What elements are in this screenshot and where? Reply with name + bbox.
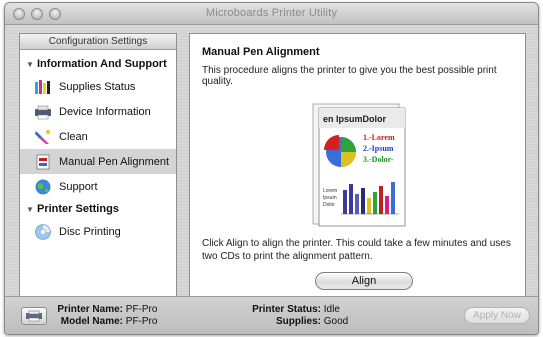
illustration-side-text: Dolor xyxy=(323,202,335,208)
sidebar-item-label: Supplies Status xyxy=(59,80,136,93)
sidebar-item-label: Support xyxy=(59,180,98,193)
printer-info: Printer Name: PF-Pro Model Name: PF-Pro xyxy=(51,304,157,328)
sidebar-item-label: Manual Pen Alignment xyxy=(59,155,170,168)
support-globe-icon xyxy=(34,178,52,196)
sidebar-item-supplies-status[interactable]: Supplies Status xyxy=(20,74,176,99)
printer-device-icon xyxy=(34,103,52,121)
main-area: Configuration Settings ▼ Information And… xyxy=(5,25,538,297)
title-bar: Microboards Printer Utility xyxy=(5,3,538,25)
printer-status-value: Idle xyxy=(323,304,340,315)
printer-name-label: Printer Name: xyxy=(57,304,123,315)
sidebar-item-device-information[interactable]: Device Information xyxy=(20,99,176,124)
illustration-list-item: 3.-Dolor- xyxy=(363,155,394,164)
illustration-side-text: Lorem xyxy=(323,188,337,194)
printer-status-icon[interactable] xyxy=(21,307,47,325)
illustration-side-text: Ipsum xyxy=(323,195,337,201)
align-button[interactable]: Align xyxy=(315,272,413,290)
align-instructions: Click Align to align the printer. This c… xyxy=(202,238,511,262)
sidebar-item-label: Clean xyxy=(59,130,88,143)
model-name-label: Model Name: xyxy=(60,316,123,327)
illustration-heading: en IpsumDolor xyxy=(323,114,387,124)
sidebar-group-information-and-support[interactable]: ▼ Information And Support xyxy=(20,54,176,74)
group-label: Printer Settings xyxy=(37,203,119,215)
supplies-icon xyxy=(34,78,52,96)
sidebar-item-manual-pen-alignment[interactable]: Manual Pen Alignment xyxy=(20,149,176,174)
model-name-value: PF-Pro xyxy=(125,316,158,327)
sidebar-item-disc-printing[interactable]: Disc Printing xyxy=(20,219,176,244)
printer-state: Printer Status: Idle Supplies: Good xyxy=(245,304,348,328)
app-window: Microboards Printer Utility Configuratio… xyxy=(4,2,539,335)
printer-name-value: PF-Pro xyxy=(125,304,158,315)
clean-brush-icon xyxy=(34,128,52,146)
page-description: This procedure aligns the printer to giv… xyxy=(202,65,497,87)
status-bar: Printer Name: PF-Pro Model Name: PF-Pro … xyxy=(5,296,538,334)
sidebar-item-label: Disc Printing xyxy=(59,225,121,238)
sidebar-item-label: Device Information xyxy=(59,105,151,118)
printer-status-label: Printer Status: xyxy=(252,304,321,315)
supplies-value: Good xyxy=(323,316,349,327)
group-label: Information And Support xyxy=(37,58,167,70)
illustration-list-item: 2.-Ipsum xyxy=(363,144,394,153)
alignment-illustration: en IpsumDolor 1.-Lorem 2.-Ipsum 3.-Dolor… xyxy=(311,100,409,230)
sidebar: Configuration Settings ▼ Information And… xyxy=(19,33,177,297)
sidebar-item-support[interactable]: Support xyxy=(20,174,176,199)
sidebar-group-printer-settings[interactable]: ▼ Printer Settings xyxy=(20,199,176,219)
disc-printing-icon xyxy=(34,223,52,241)
content-panel: Manual Pen Alignment This procedure alig… xyxy=(189,33,526,297)
disclosure-triangle-icon[interactable]: ▼ xyxy=(26,60,34,69)
apply-now-button[interactable]: Apply Now xyxy=(464,307,530,324)
page-title: Manual Pen Alignment xyxy=(202,46,320,58)
supplies-label: Supplies: xyxy=(275,316,321,327)
window-title: Microboards Printer Utility xyxy=(205,7,338,19)
sidebar-header: Configuration Settings xyxy=(20,34,176,50)
pen-alignment-icon xyxy=(34,153,52,171)
illustration-list-item: 1.-Lorem xyxy=(363,133,395,142)
sidebar-item-clean[interactable]: Clean xyxy=(20,124,176,149)
disclosure-triangle-icon[interactable]: ▼ xyxy=(26,205,34,214)
